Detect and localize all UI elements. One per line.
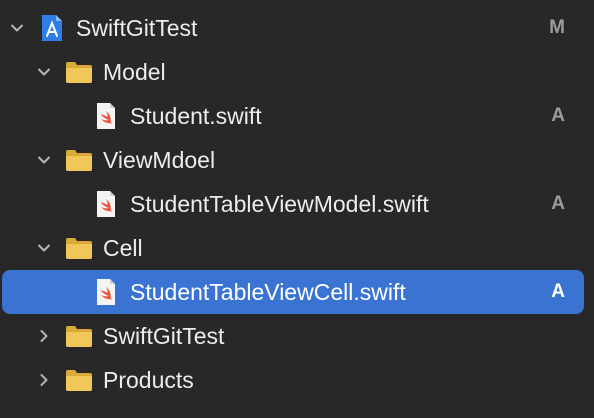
status-badge: A <box>551 105 565 126</box>
file-row-student-swift[interactable]: Student.swift A <box>0 94 594 138</box>
status-badge: M <box>549 17 565 38</box>
group-name: Products <box>103 367 194 393</box>
chevron-down-icon[interactable] <box>7 18 27 38</box>
file-name: StudentTableViewModel.swift <box>130 191 429 217</box>
chevron-right-icon[interactable] <box>34 326 54 346</box>
status-badge: A <box>551 193 565 214</box>
folder-icon <box>64 146 94 174</box>
folder-icon <box>64 322 94 350</box>
xcode-project-icon <box>37 14 67 42</box>
file-name: StudentTableViewCell.swift <box>130 279 406 305</box>
chevron-right-icon[interactable] <box>34 370 54 390</box>
file-row-studenttableviewcell-swift[interactable]: StudentTableViewCell.swift A <box>2 270 584 314</box>
folder-icon <box>64 366 94 394</box>
chevron-down-icon[interactable] <box>34 150 54 170</box>
project-navigator: SwiftGitTest M Model Student.swift A Vie… <box>0 0 594 418</box>
group-row-products[interactable]: Products <box>0 358 594 402</box>
swift-file-icon <box>91 102 121 130</box>
group-row-cell[interactable]: Cell <box>0 226 594 270</box>
file-row-studenttableviewmodel-swift[interactable]: StudentTableViewModel.swift A <box>0 182 594 226</box>
swift-file-icon <box>91 190 121 218</box>
folder-icon <box>64 58 94 86</box>
chevron-down-icon[interactable] <box>34 238 54 258</box>
file-name: Student.swift <box>130 103 262 129</box>
swift-file-icon <box>91 278 121 306</box>
folder-icon <box>64 234 94 262</box>
group-name: Model <box>103 59 166 85</box>
chevron-down-icon[interactable] <box>34 62 54 82</box>
status-badge: A <box>551 281 565 302</box>
group-name: Cell <box>103 235 143 261</box>
group-row-swiftgittest[interactable]: SwiftGitTest <box>0 314 594 358</box>
project-name: SwiftGitTest <box>76 15 198 41</box>
group-row-viewmdoel[interactable]: ViewMdoel <box>0 138 594 182</box>
group-name: ViewMdoel <box>103 147 216 173</box>
project-row[interactable]: SwiftGitTest M <box>0 6 594 50</box>
group-row-model[interactable]: Model <box>0 50 594 94</box>
group-name: SwiftGitTest <box>103 323 225 349</box>
